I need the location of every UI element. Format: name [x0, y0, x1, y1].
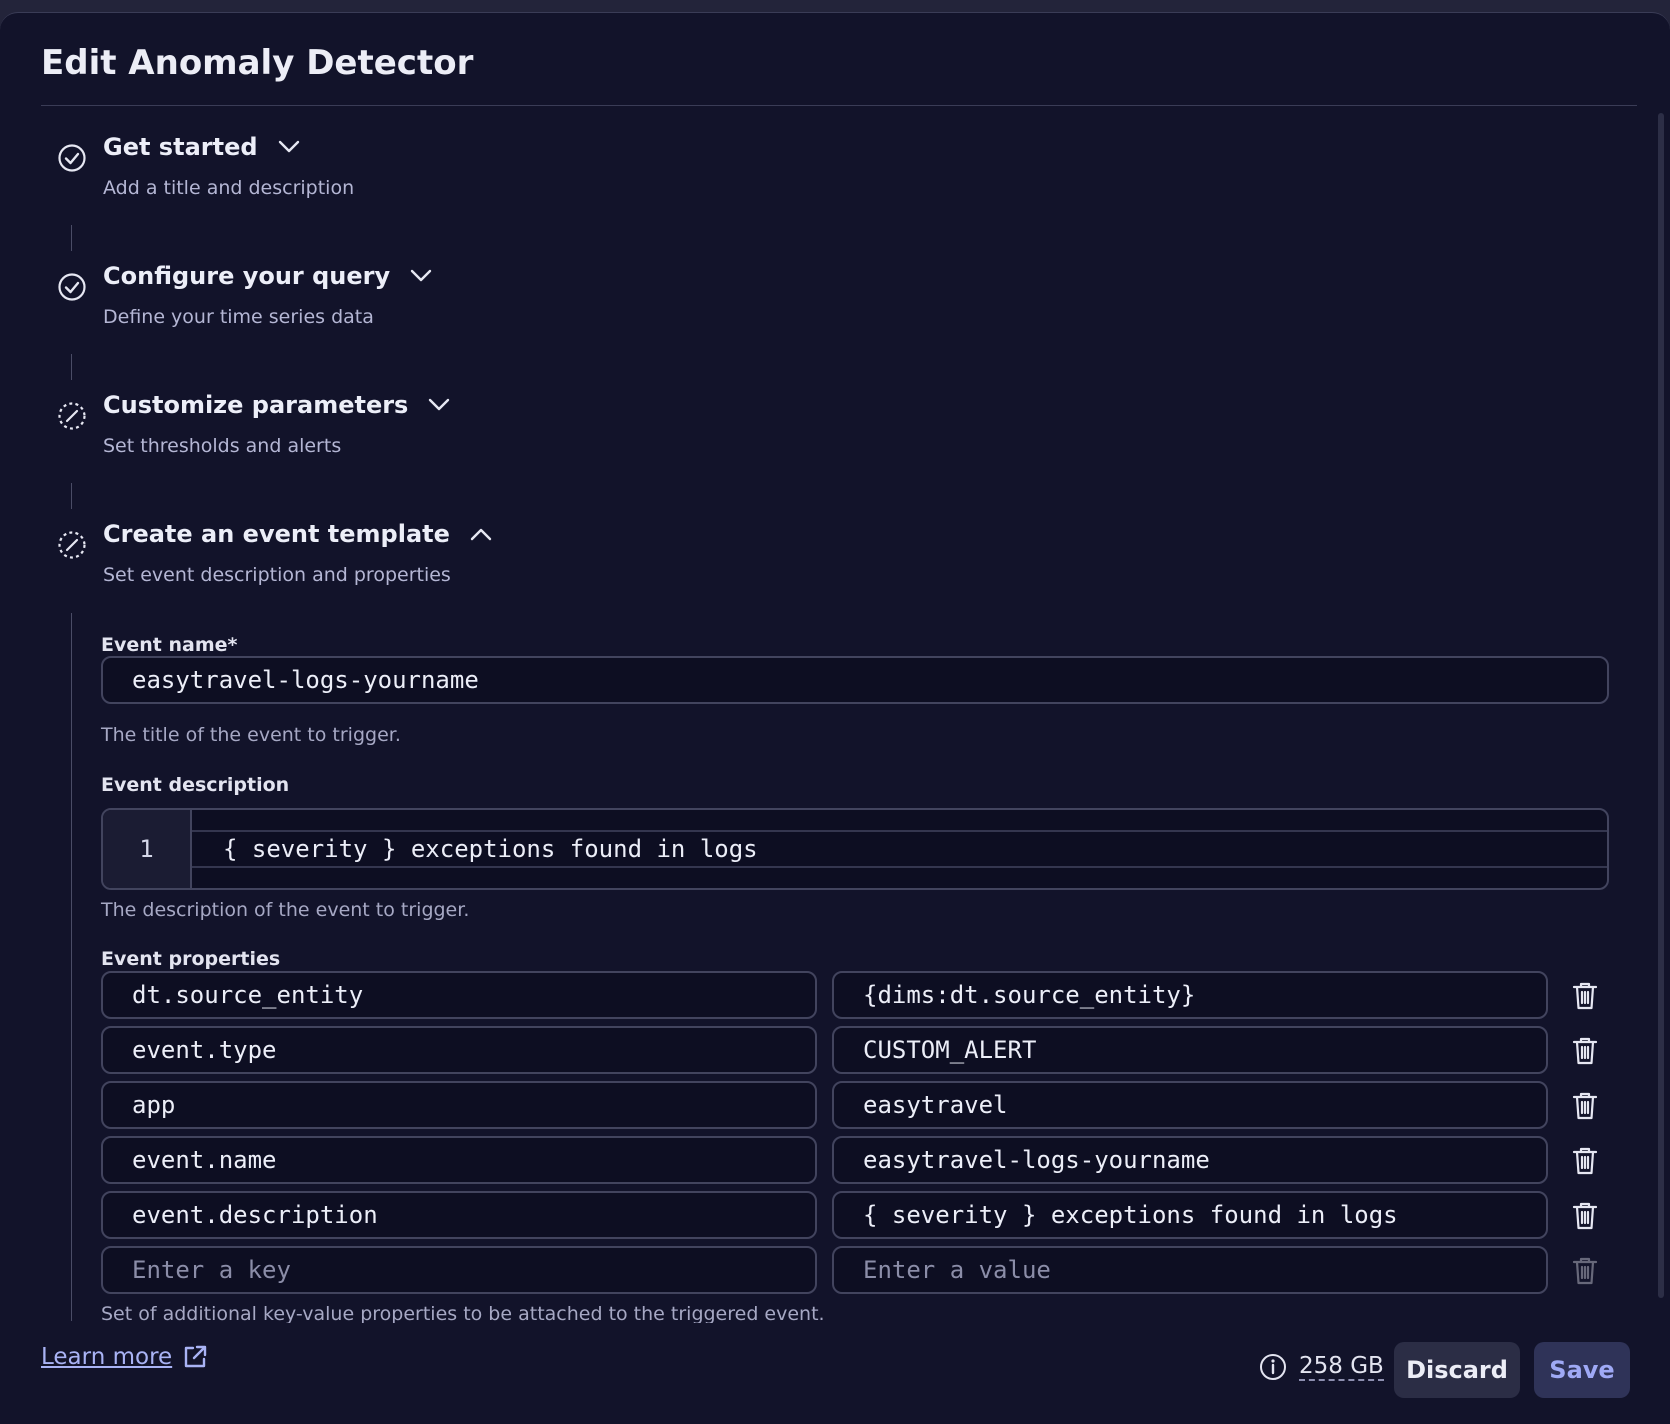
- property-value-input[interactable]: CUSTOM_ALERT: [832, 1026, 1548, 1074]
- check-circle-icon: [58, 273, 86, 301]
- storage-value: 258 GB: [1299, 1353, 1384, 1381]
- step-title[interactable]: Get started: [103, 133, 302, 161]
- check-circle-icon: [58, 144, 86, 172]
- trash-icon: [1572, 1257, 1598, 1285]
- event-description-label: Event description: [101, 774, 290, 796]
- step-subtitle: Add a title and description: [103, 177, 355, 199]
- property-key-input[interactable]: app: [101, 1081, 817, 1129]
- event-properties-hint: Set of additional key-value properties t…: [101, 1303, 825, 1323]
- trash-icon[interactable]: [1571, 981, 1599, 1011]
- step-subtitle: Set thresholds and alerts: [103, 435, 342, 457]
- step-title[interactable]: Create an event template: [103, 520, 494, 548]
- property-value-input[interactable]: easytravel-logs-yourname: [832, 1136, 1548, 1184]
- trash-icon[interactable]: [1571, 1036, 1599, 1066]
- step-connector: [71, 483, 72, 509]
- event-description-line[interactable]: { severity } exceptions found in logs: [192, 830, 1607, 868]
- step-subtitle: Define your time series data: [103, 306, 374, 328]
- property-key-input[interactable]: event.type: [101, 1026, 817, 1074]
- step-title[interactable]: Customize parameters: [103, 391, 452, 419]
- save-button[interactable]: Save: [1534, 1342, 1630, 1398]
- new-property-value-input[interactable]: Enter a value: [832, 1246, 1548, 1294]
- property-value-input[interactable]: { severity } exceptions found in logs: [832, 1191, 1548, 1239]
- trash-icon[interactable]: [1571, 1146, 1599, 1176]
- learn-more-text[interactable]: Learn more: [41, 1344, 172, 1370]
- learn-more-link[interactable]: Learn more: [41, 1344, 208, 1370]
- step-connector: [71, 613, 72, 1321]
- event-properties-label: Event properties: [101, 948, 281, 970]
- line-number: 1: [103, 810, 192, 888]
- property-key-input[interactable]: event.name: [101, 1136, 817, 1184]
- pending-circle-icon: [58, 531, 86, 559]
- chevron-down-icon[interactable]: [426, 392, 452, 418]
- title-divider: [41, 105, 1637, 106]
- event-description-hint: The description of the event to trigger.: [101, 899, 470, 921]
- info-icon[interactable]: [1259, 1353, 1287, 1381]
- pending-circle-icon: [58, 402, 86, 430]
- step-title-text: Configure your query: [103, 262, 391, 290]
- property-key-input[interactable]: dt.source_entity: [101, 971, 817, 1019]
- step-connector: [71, 354, 72, 380]
- property-value-input[interactable]: easytravel: [832, 1081, 1548, 1129]
- external-link-icon: [184, 1345, 207, 1368]
- chevron-down-icon[interactable]: [408, 263, 434, 289]
- event-name-input[interactable]: easytravel-logs-yourname: [101, 656, 1609, 704]
- properties-hint-clip: Set of additional key-value properties t…: [0, 1303, 1650, 1323]
- edit-anomaly-detector-dialog: Edit Anomaly Detector Get started Add a …: [0, 12, 1670, 1424]
- dialog-title: Edit Anomaly Detector: [41, 43, 474, 83]
- property-key-input[interactable]: event.description: [101, 1191, 817, 1239]
- new-property-key-input[interactable]: Enter a key: [101, 1246, 817, 1294]
- trash-icon[interactable]: [1571, 1091, 1599, 1121]
- trash-icon[interactable]: [1571, 1201, 1599, 1231]
- step-title-text: Get started: [103, 133, 258, 161]
- chevron-up-icon[interactable]: [468, 521, 494, 547]
- step-subtitle: Set event description and properties: [103, 564, 451, 586]
- step-title-text: Customize parameters: [103, 391, 409, 419]
- step-connector: [71, 225, 72, 251]
- event-description-editor[interactable]: 1 { severity } exceptions found in logs: [101, 808, 1609, 890]
- discard-button[interactable]: Discard: [1394, 1342, 1520, 1398]
- storage-indicator: 258 GB: [1259, 1353, 1384, 1381]
- property-value-input[interactable]: {dims:dt.source_entity}: [832, 971, 1548, 1019]
- scrollbar[interactable]: [1658, 113, 1664, 1298]
- event-name-hint: The title of the event to trigger.: [101, 724, 401, 746]
- chevron-down-icon[interactable]: [276, 134, 302, 160]
- step-title[interactable]: Configure your query: [103, 262, 434, 290]
- step-title-text: Create an event template: [103, 520, 450, 548]
- event-name-label: Event name*: [101, 634, 238, 656]
